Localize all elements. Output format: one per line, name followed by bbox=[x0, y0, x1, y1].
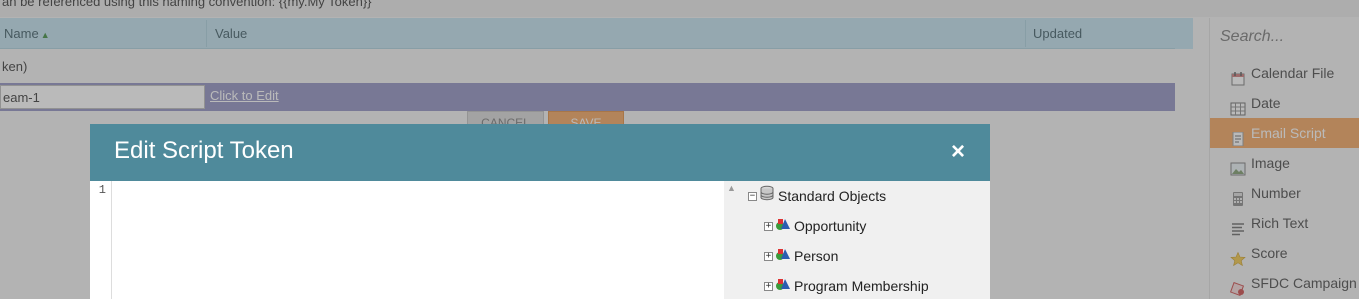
close-button[interactable]: × bbox=[947, 138, 969, 165]
code-area[interactable] bbox=[113, 181, 724, 299]
line-number: 1 bbox=[98, 183, 106, 197]
dialog-header: Edit Script Token × bbox=[90, 124, 990, 181]
tree-scroll-up-icon[interactable]: ▲ bbox=[727, 183, 736, 193]
script-editor[interactable]: 1 bbox=[90, 181, 724, 299]
collapse-icon[interactable]: − bbox=[748, 191, 757, 201]
object-shapes-icon bbox=[775, 241, 791, 271]
tree-node-label: Standard Objects bbox=[778, 188, 887, 204]
tree-node-label: Opportunity bbox=[794, 218, 867, 234]
expand-icon[interactable]: + bbox=[764, 281, 773, 291]
dialog-title: Edit Script Token bbox=[114, 137, 294, 164]
edit-script-token-dialog: Edit Script Token × 1 ▲ − Standard Object… bbox=[90, 124, 990, 299]
close-icon: × bbox=[950, 138, 965, 165]
tree-node-label: Program Membership bbox=[794, 278, 929, 294]
editor-gutter: 1 bbox=[90, 181, 112, 299]
tree-node-person[interactable]: + Person bbox=[764, 241, 838, 271]
tree-node-standard-objects[interactable]: − Standard Objects bbox=[748, 181, 886, 211]
object-shapes-icon bbox=[775, 211, 791, 241]
tree-node-program-membership[interactable]: + Program Membership bbox=[764, 271, 929, 299]
database-icon bbox=[759, 181, 775, 211]
expand-icon[interactable]: + bbox=[764, 221, 773, 231]
tree-node-label: Person bbox=[794, 248, 839, 264]
object-shapes-icon bbox=[775, 271, 791, 299]
expand-icon[interactable]: + bbox=[764, 251, 773, 261]
object-tree[interactable]: ▲ − Standard Objects + Opportunity + Person… bbox=[724, 181, 990, 299]
tree-node-opportunity[interactable]: + Opportunity bbox=[764, 211, 866, 241]
